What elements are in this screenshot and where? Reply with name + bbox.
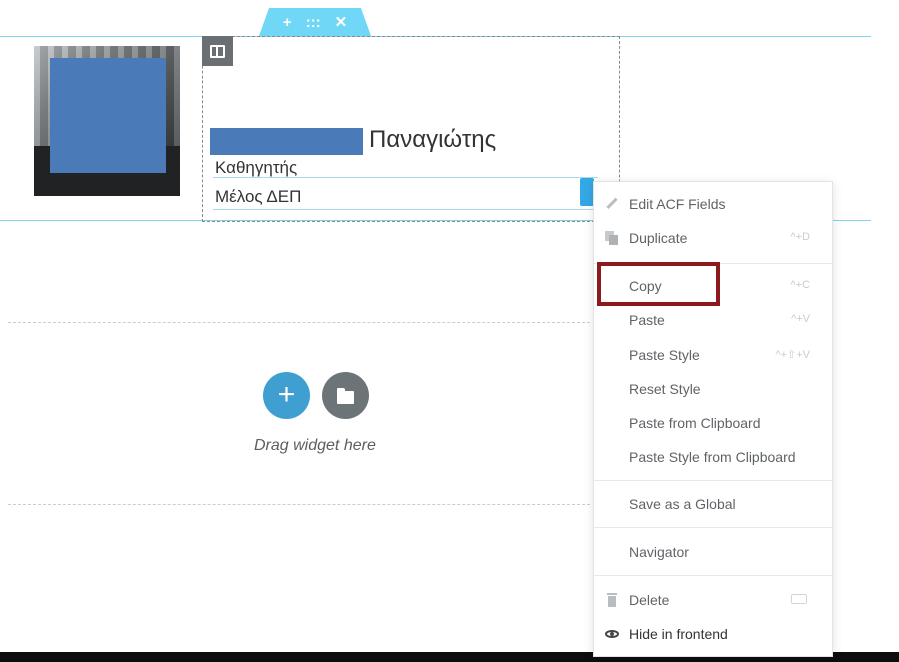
menu-item-hide-in-frontend[interactable]: Hide in frontend [594, 619, 832, 649]
shortcut-hint: ^+C [790, 279, 810, 291]
delete-key-icon [791, 594, 807, 604]
trash-icon [605, 593, 619, 607]
menu-item-paste-style-from-clipboard[interactable]: Paste Style from Clipboard [594, 442, 832, 472]
shortcut-hint: ^+D [790, 231, 810, 243]
menu-item-navigator[interactable]: Navigator [594, 537, 832, 567]
name-redaction [210, 128, 363, 155]
menu-item-duplicate[interactable]: Duplicate ^+D [594, 223, 832, 253]
profile-photo[interactable] [34, 46, 180, 196]
menu-separator [594, 480, 832, 481]
section-handle[interactable]: + ::: ✕ [259, 8, 371, 36]
column-icon [210, 44, 225, 58]
widget-outline [213, 209, 598, 210]
widget-edit-handle[interactable] [580, 178, 594, 206]
context-menu: Edit ACF Fields Duplicate ^+D Copy ^+C P… [593, 181, 833, 657]
shortcut-hint: ^+V [791, 313, 810, 325]
menu-item-paste-from-clipboard[interactable]: Paste from Clipboard [594, 408, 832, 438]
profile-title[interactable]: Καθηγητής [215, 158, 297, 178]
menu-item-reset-style[interactable]: Reset Style [594, 374, 832, 404]
copy-highlight-annotation [597, 262, 720, 306]
menu-item-paste-style[interactable]: Paste Style ^+⇧+V [594, 340, 832, 370]
face-redaction [50, 58, 166, 173]
menu-item-delete[interactable]: Delete [594, 585, 832, 615]
folder-icon [337, 387, 354, 404]
menu-separator [594, 575, 832, 576]
eye-icon [605, 627, 619, 641]
menu-item-paste[interactable]: Paste ^+V [594, 305, 832, 335]
shortcut-hint: ^+⇧+V [775, 349, 810, 361]
drag-section-icon[interactable]: ::: [306, 15, 321, 30]
profile-surname[interactable]: Παναγιώτης [369, 126, 496, 154]
menu-separator [594, 527, 832, 528]
template-library-button[interactable] [322, 372, 369, 419]
widget-outline [213, 177, 598, 178]
dropzone-bottom-border [8, 504, 590, 505]
add-section-icon[interactable]: + [283, 15, 292, 30]
drag-widget-hint: Drag widget here [254, 437, 376, 454]
pencil-icon [602, 194, 622, 214]
column-handle[interactable] [202, 36, 233, 66]
close-section-icon[interactable]: ✕ [335, 15, 348, 30]
dropzone-top-border [8, 322, 590, 323]
profile-role[interactable]: Μέλος ΔΕΠ [215, 187, 301, 207]
duplicate-icon [605, 231, 619, 245]
add-widget-button[interactable]: + [263, 372, 310, 419]
menu-item-edit-acf-fields[interactable]: Edit ACF Fields [594, 189, 832, 219]
menu-item-save-as-global[interactable]: Save as a Global [594, 489, 832, 519]
